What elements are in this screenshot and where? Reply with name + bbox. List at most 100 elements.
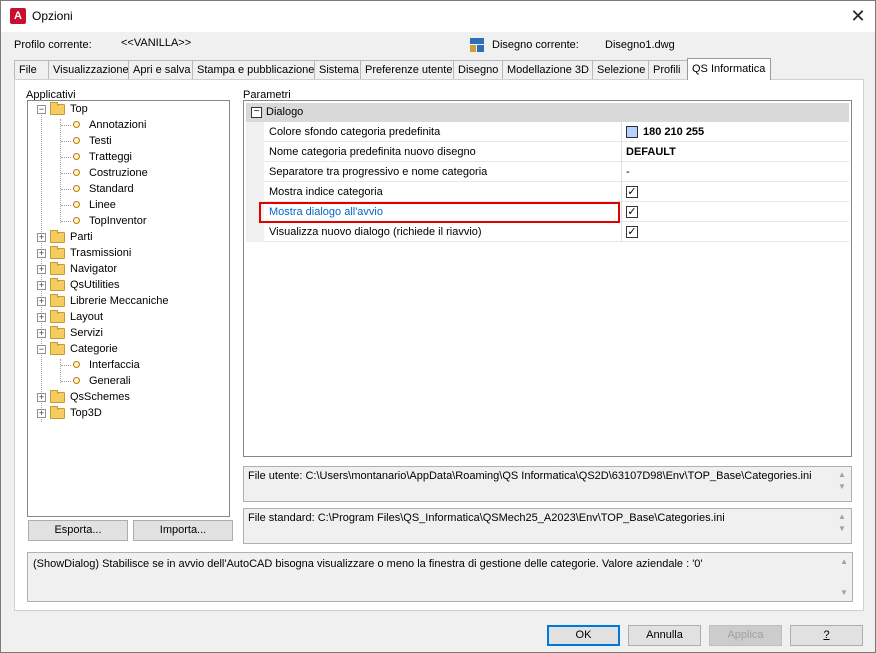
standard-file-box[interactable]: File standard: C:\Program Files\QS_Infor… bbox=[243, 508, 852, 544]
cancel-button[interactable]: Annulla bbox=[628, 625, 701, 646]
property-value[interactable]: - bbox=[626, 162, 630, 182]
expand-icon[interactable]: + bbox=[37, 409, 46, 418]
tree-item-categorie[interactable]: − Categorie bbox=[28, 341, 228, 357]
tree-item-qsutilities[interactable]: + QsUtilities bbox=[28, 277, 228, 293]
tab-modellazione-3d[interactable]: Modellazione 3D bbox=[502, 60, 593, 80]
property-checkbox[interactable]: ✓ bbox=[626, 226, 638, 238]
property-row-mostra-indice[interactable]: Mostra indice categoria ✓ bbox=[246, 182, 849, 202]
tab-apri-e-salva[interactable]: Apri e salva bbox=[128, 60, 193, 80]
close-icon[interactable]: ✕ bbox=[841, 1, 875, 32]
tree-item-interfaccia[interactable]: Interfaccia bbox=[28, 357, 228, 373]
tab-qs-informatica[interactable]: QS Informatica bbox=[687, 58, 771, 80]
tree-item-parti[interactable]: + Parti bbox=[28, 229, 228, 245]
collapse-icon[interactable]: − bbox=[251, 107, 262, 118]
collapse-icon[interactable]: − bbox=[37, 345, 46, 354]
tree-item-label: Top3D bbox=[70, 407, 102, 419]
leaf-node-icon bbox=[73, 185, 80, 192]
tab-stampa-e-pubblicazione[interactable]: Stampa e pubblicazione bbox=[192, 60, 315, 80]
tab-preferenze-utente[interactable]: Preferenze utente bbox=[360, 60, 454, 80]
folder-icon bbox=[50, 326, 65, 339]
column-divider bbox=[621, 222, 622, 242]
tree-item-testi[interactable]: Testi bbox=[28, 133, 228, 149]
property-name: Visualizza nuovo dialogo (richiede il ri… bbox=[269, 226, 482, 238]
scroll-down-icon[interactable]: ▼ bbox=[840, 588, 848, 597]
tab-disegno[interactable]: Disegno bbox=[453, 60, 503, 80]
tree-item-linee[interactable]: Linee bbox=[28, 197, 228, 213]
description-text: (ShowDialog) Stabilisce se in avvio dell… bbox=[33, 558, 703, 570]
tree-item-top3d[interactable]: + Top3D bbox=[28, 405, 228, 421]
apply-button: Applica bbox=[709, 625, 782, 646]
tree-item-qsschemes[interactable]: + QsSchemes bbox=[28, 389, 228, 405]
tree-item-tratteggi[interactable]: Tratteggi bbox=[28, 149, 228, 165]
column-divider bbox=[621, 162, 622, 182]
tree-item-layout[interactable]: + Layout bbox=[28, 309, 228, 325]
standard-file-path: File standard: C:\Program Files\QS_Infor… bbox=[248, 512, 725, 524]
tree-item-standard[interactable]: Standard bbox=[28, 181, 228, 197]
tree-connector bbox=[61, 381, 71, 382]
expand-icon[interactable]: + bbox=[37, 249, 46, 258]
category-row-dialogo[interactable]: − Dialogo bbox=[246, 103, 849, 122]
tree-item-label: Generali bbox=[89, 375, 131, 387]
tree-item-label: Standard bbox=[89, 183, 134, 195]
leaf-node-icon bbox=[73, 377, 80, 384]
tree-item-costruzione[interactable]: Costruzione bbox=[28, 165, 228, 181]
folder-icon bbox=[50, 342, 65, 355]
tree-item-top[interactable]: − Top bbox=[28, 101, 228, 117]
folder-icon bbox=[50, 278, 65, 291]
tree-connector bbox=[61, 365, 71, 366]
tree-item-annotazioni[interactable]: Annotazioni bbox=[28, 117, 228, 133]
scrollbar[interactable]: ▲ ▼ bbox=[835, 469, 849, 499]
tree-item-librerie-meccaniche[interactable]: + Librerie Meccaniche bbox=[28, 293, 228, 309]
folder-icon bbox=[50, 310, 65, 323]
expand-icon[interactable]: + bbox=[37, 233, 46, 242]
property-row-colore-sfondo[interactable]: Colore sfondo categoria predefinita 180 … bbox=[246, 122, 849, 142]
tree-item-servizi[interactable]: + Servizi bbox=[28, 325, 228, 341]
property-checkbox[interactable]: ✓ bbox=[626, 206, 638, 218]
expand-icon[interactable]: + bbox=[37, 329, 46, 338]
profile-row: Profilo corrente: <<VANILLA>> Disegno co… bbox=[14, 37, 862, 55]
leaf-node-icon bbox=[73, 121, 80, 128]
tree-connector bbox=[61, 221, 71, 222]
tab-selezione[interactable]: Selezione bbox=[592, 60, 649, 80]
column-divider bbox=[621, 142, 622, 162]
scrollbar[interactable]: ▲ ▼ bbox=[835, 511, 849, 541]
tree-item-trasmissioni[interactable]: + Trasmissioni bbox=[28, 245, 228, 261]
scroll-up-icon[interactable]: ▲ bbox=[840, 557, 848, 566]
property-row-visualizza-nuovo[interactable]: Visualizza nuovo dialogo (richiede il ri… bbox=[246, 222, 849, 242]
folder-icon bbox=[50, 390, 65, 403]
tab-profili[interactable]: Profili bbox=[648, 60, 688, 80]
expand-icon[interactable]: + bbox=[37, 297, 46, 306]
help-button[interactable]: ? bbox=[790, 625, 863, 646]
property-value[interactable]: DEFAULT bbox=[626, 142, 676, 162]
property-row-nome-categoria[interactable]: Nome categoria predefinita nuovo disegno… bbox=[246, 142, 849, 162]
tree-item-navigator[interactable]: + Navigator bbox=[28, 261, 228, 277]
options-tabs: File Visualizzazione Apri e salva Stampa… bbox=[14, 58, 771, 80]
export-button[interactable]: Esporta... bbox=[28, 520, 128, 541]
expand-icon[interactable]: + bbox=[37, 313, 46, 322]
folder-icon bbox=[50, 246, 65, 259]
tab-visualizzazione[interactable]: Visualizzazione bbox=[48, 60, 129, 80]
column-divider bbox=[621, 202, 622, 222]
expand-icon[interactable]: + bbox=[37, 281, 46, 290]
applications-tree[interactable]: − Top Annotazioni Testi Tratteggi Costru… bbox=[27, 100, 230, 517]
row-gutter bbox=[246, 122, 264, 142]
expand-icon[interactable]: + bbox=[37, 265, 46, 274]
leaf-node-icon bbox=[73, 361, 80, 368]
property-value[interactable]: 180 210 255 bbox=[643, 122, 704, 142]
tree-item-topinventor[interactable]: TopInventor bbox=[28, 213, 228, 229]
collapse-icon[interactable]: − bbox=[37, 105, 46, 114]
import-button[interactable]: Importa... bbox=[133, 520, 233, 541]
expand-icon[interactable]: + bbox=[37, 393, 46, 402]
tab-file[interactable]: File bbox=[14, 60, 49, 80]
user-file-box[interactable]: File utente: C:\Users\montanario\AppData… bbox=[243, 466, 852, 502]
tab-sistema[interactable]: Sistema bbox=[314, 60, 361, 80]
tree-item-label: QsUtilities bbox=[70, 279, 120, 291]
property-checkbox[interactable]: ✓ bbox=[626, 186, 638, 198]
ok-button[interactable]: OK bbox=[547, 625, 620, 646]
tree-item-label: Linee bbox=[89, 199, 116, 211]
folder-icon bbox=[50, 230, 65, 243]
tree-item-generali[interactable]: Generali bbox=[28, 373, 228, 389]
color-swatch bbox=[626, 126, 638, 138]
property-row-separatore[interactable]: Separatore tra progressivo e nome catego… bbox=[246, 162, 849, 182]
user-file-path: File utente: C:\Users\montanario\AppData… bbox=[248, 470, 812, 482]
